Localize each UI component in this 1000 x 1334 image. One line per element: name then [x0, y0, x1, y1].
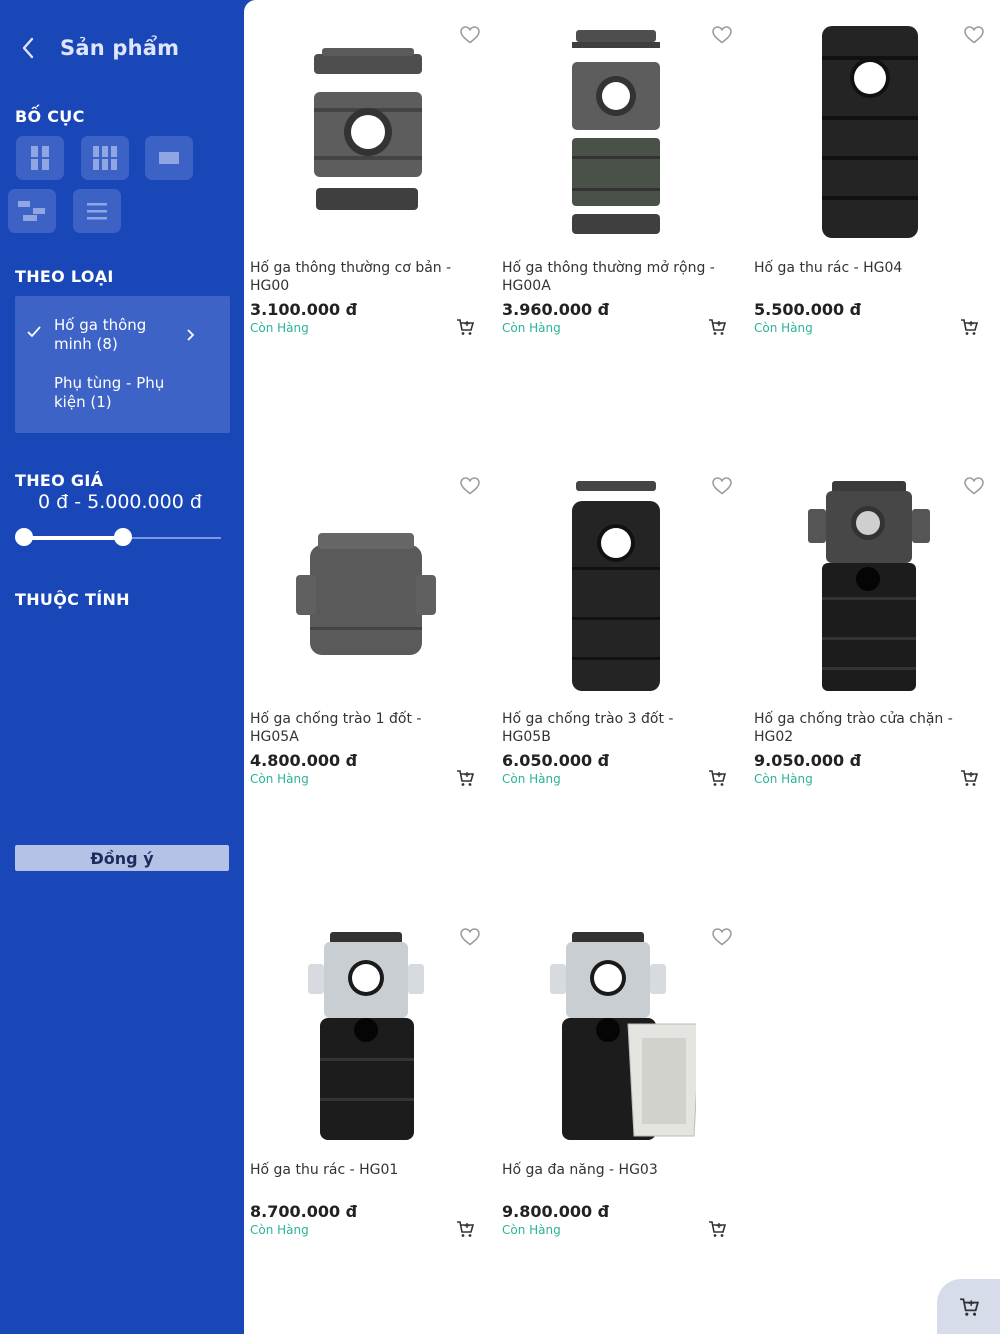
check-icon	[27, 326, 41, 338]
price-slider[interactable]	[15, 528, 221, 548]
product-name: Hố ga chống trào cửa chặn - HG02	[754, 711, 953, 745]
heart-icon[interactable]	[460, 26, 480, 44]
product-image	[314, 48, 422, 210]
chevron-left-icon	[22, 37, 34, 59]
list-icon	[87, 203, 107, 220]
stock-status: Còn Hàng	[250, 772, 309, 786]
layout-grid-2-button[interactable]	[16, 136, 64, 180]
product-image	[822, 26, 918, 238]
add-to-cart-icon[interactable]	[708, 1220, 726, 1238]
product-image	[296, 533, 436, 655]
agree-button[interactable]: Đồng ý	[15, 845, 229, 871]
heart-icon[interactable]	[964, 26, 984, 44]
stock-status: Còn Hàng	[250, 321, 309, 335]
product-name: Hố ga thông thường mở rộng - HG00A	[502, 260, 715, 294]
product-card[interactable]: Hố ga thu rác - HG04 5.500.000 đ Còn Hàn…	[748, 0, 988, 430]
heart-icon[interactable]	[712, 477, 732, 495]
header: Sản phẩm	[18, 34, 179, 62]
add-to-cart-icon[interactable]	[960, 318, 978, 336]
layout-list-button[interactable]	[73, 189, 121, 233]
product-name: Hố ga thu rác - HG01	[250, 1162, 399, 1178]
slider-max-handle[interactable]	[114, 528, 132, 546]
product-price: 9.800.000 đ	[502, 1202, 610, 1221]
product-image	[572, 481, 660, 691]
add-to-cart-icon[interactable]	[960, 769, 978, 787]
product-price: 5.500.000 đ	[754, 300, 862, 319]
layout-section-title: BỐ CỤC	[15, 107, 85, 126]
detail-list-icon	[18, 201, 45, 221]
single-card-icon	[159, 152, 179, 164]
price-range-text: 0 đ - 5.000.000 đ	[38, 491, 202, 513]
back-button[interactable]	[18, 34, 38, 62]
add-to-cart-icon[interactable]	[456, 1220, 474, 1238]
cart-icon	[959, 1297, 979, 1316]
product-card[interactable]: Hố ga chống trào 3 đốt - HG05B 6.050.000…	[496, 451, 736, 881]
stock-status: Còn Hàng	[502, 1223, 561, 1237]
slider-min-handle[interactable]	[15, 528, 33, 546]
product-image	[550, 932, 696, 1140]
product-card[interactable]: Hố ga chống trào cửa chặn - HG02 9.050.0…	[748, 451, 988, 881]
product-name: Hố ga thu rác - HG04	[754, 260, 903, 276]
heart-icon[interactable]	[712, 26, 732, 44]
category-list: Hố ga thông minh (8) Phụ tùng - Phụ kiện…	[15, 296, 230, 433]
page-title: Sản phẩm	[60, 36, 180, 60]
heart-icon[interactable]	[712, 928, 732, 946]
product-price: 8.700.000 đ	[250, 1202, 358, 1221]
filter-sidebar: Sản phẩm BỐ CỤC THEO LOẠI Hố ga thông mi…	[0, 0, 244, 1334]
product-image	[808, 481, 930, 691]
layout-grid-3-button[interactable]	[81, 136, 129, 180]
floating-cart-button[interactable]	[937, 1279, 1000, 1334]
product-card[interactable]: Hố ga chống trào 1 đốt - HG05A 4.800.000…	[244, 451, 484, 881]
product-image	[572, 30, 660, 234]
heart-icon[interactable]	[964, 477, 984, 495]
category-item-label: Phụ tùng - Phụ kiện (1)	[54, 374, 165, 411]
add-to-cart-icon[interactable]	[708, 318, 726, 336]
category-section-title: THEO LOẠI	[15, 267, 114, 286]
add-to-cart-icon[interactable]	[456, 318, 474, 336]
stock-status: Còn Hàng	[502, 321, 561, 335]
stock-status: Còn Hàng	[754, 321, 813, 335]
product-price: 3.960.000 đ	[502, 300, 610, 319]
product-grid: Hố ga thông thường cơ bản - HG00 3.100.0…	[244, 0, 1000, 1334]
heart-icon[interactable]	[460, 928, 480, 946]
add-to-cart-icon[interactable]	[456, 769, 474, 787]
product-price: 9.050.000 đ	[754, 751, 862, 770]
category-item-accessories[interactable]: Phụ tùng - Phụ kiện (1)	[15, 374, 230, 414]
add-to-cart-icon[interactable]	[708, 769, 726, 787]
product-name: Hố ga chống trào 1 đốt - HG05A	[250, 711, 422, 745]
product-name: Hố ga thông thường cơ bản - HG00	[250, 260, 452, 294]
chevron-right-icon	[187, 329, 195, 341]
product-card[interactable]: Hố ga thu rác - HG01 8.700.000 đ Còn Hàn…	[244, 902, 484, 1332]
product-name: Hố ga đa năng - HG03	[502, 1162, 658, 1178]
grid-2-icon	[31, 146, 49, 170]
product-card[interactable]: Hố ga đa năng - HG03 9.800.000 đ Còn Hàn…	[496, 902, 736, 1332]
layout-detail-list-button[interactable]	[8, 189, 56, 233]
category-item-label: Hố ga thông minh (8)	[54, 316, 147, 353]
product-image	[308, 932, 424, 1140]
slider-fill	[23, 536, 123, 540]
price-section-title: THEO GIÁ	[15, 471, 104, 490]
product-card[interactable]: Hố ga thông thường mở rộng - HG00A 3.960…	[496, 0, 736, 430]
layout-single-button[interactable]	[145, 136, 193, 180]
grid-3-icon	[93, 146, 117, 170]
stock-status: Còn Hàng	[502, 772, 561, 786]
product-price: 6.050.000 đ	[502, 751, 610, 770]
heart-icon[interactable]	[460, 477, 480, 495]
stock-status: Còn Hàng	[250, 1223, 309, 1237]
product-name: Hố ga chống trào 3 đốt - HG05B	[502, 711, 674, 745]
product-price: 3.100.000 đ	[250, 300, 358, 319]
product-price: 4.800.000 đ	[250, 751, 358, 770]
product-card[interactable]: Hố ga thông thường cơ bản - HG00 3.100.0…	[244, 0, 484, 430]
attribute-section-title: THUỘC TÍNH	[15, 590, 130, 609]
stock-status: Còn Hàng	[754, 772, 813, 786]
category-item-smart-manhole[interactable]: Hố ga thông minh (8)	[15, 316, 230, 356]
